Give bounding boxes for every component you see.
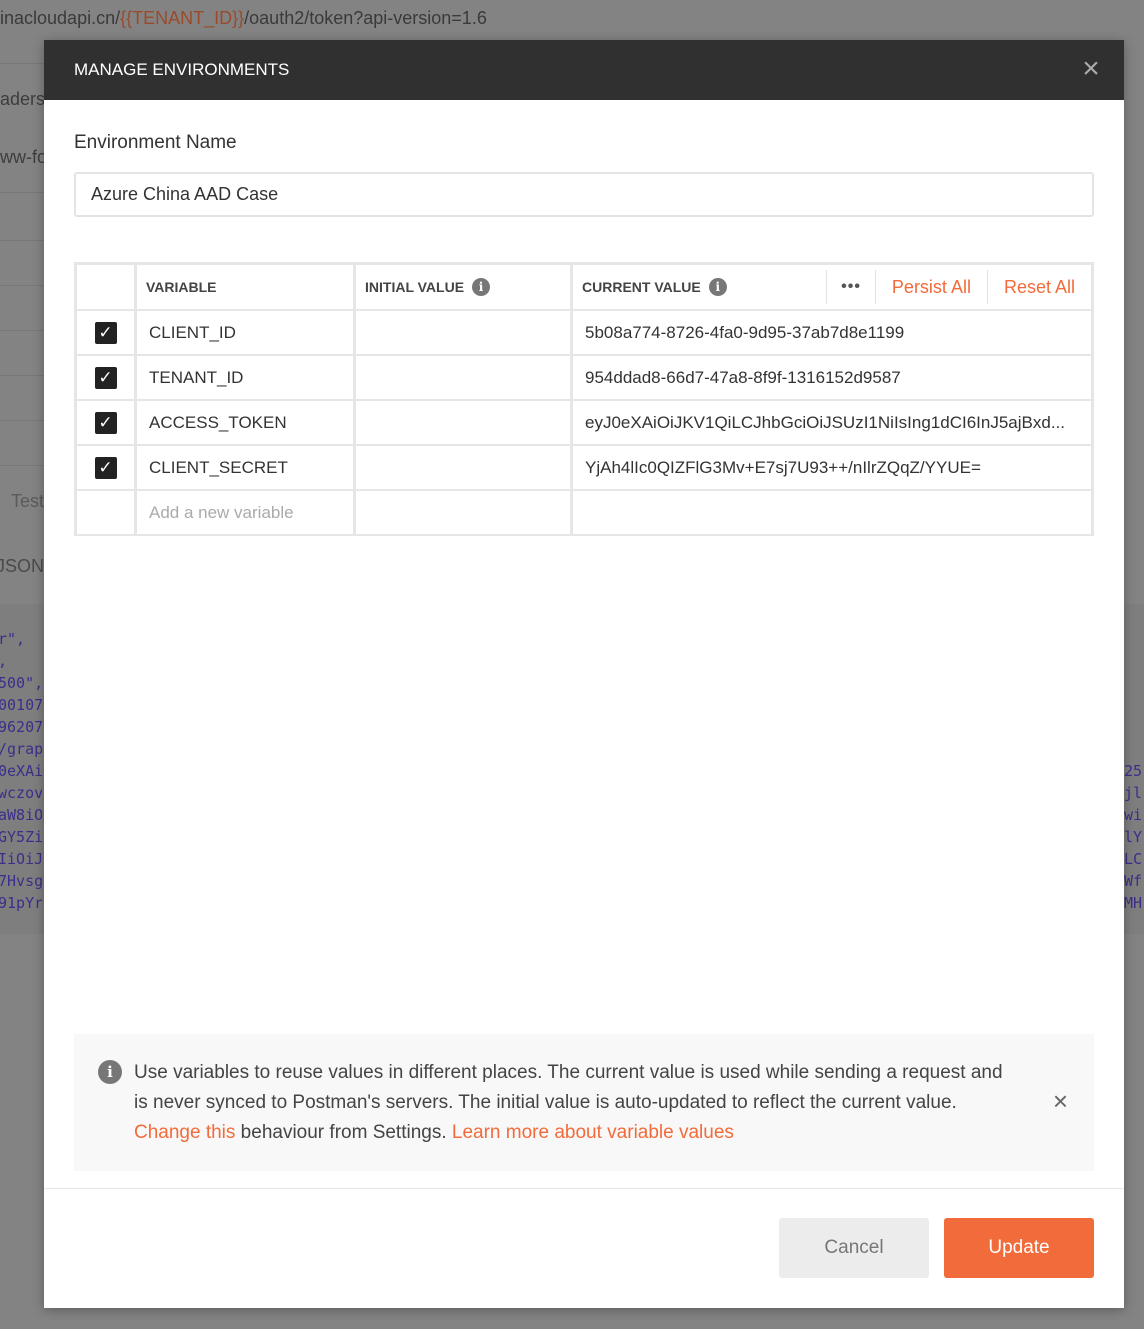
new-initial-input[interactable] xyxy=(356,491,570,534)
header-actions: ••• Persist All Reset All xyxy=(826,265,1091,309)
bg-code-line: 00107 xyxy=(0,696,42,714)
manage-environments-modal: MANAGE ENVIRONMENTS × Environment Name V… xyxy=(44,40,1124,1308)
current-value[interactable]: YjAh4lIc0QIZFlG3Mv+E7sj7U93++/nIlrZQqZ/Y… xyxy=(573,446,1091,489)
checkbox-cell: ✓ xyxy=(77,311,134,354)
header-variable: VARIABLE xyxy=(137,265,353,309)
initial-value[interactable] xyxy=(356,311,570,354)
header-current-label: CURRENT VALUE xyxy=(582,279,701,295)
table-row: ✓ CLIENT_ID 5b08a774-8726-4fa0-9d95-37ab… xyxy=(77,311,1091,354)
empty-cell xyxy=(77,491,134,534)
bg-code-line: 7Hvsg xyxy=(0,872,42,890)
initial-value[interactable] xyxy=(356,356,570,399)
current-value[interactable]: eyJ0eXAiOiJKV1QiLCJhbGciOiJSUzI1NiIsIng1… xyxy=(573,401,1091,444)
checkbox-cell: ✓ xyxy=(77,446,134,489)
bg-code-line: , xyxy=(0,650,42,672)
notice-text: Use variables to reuse values in differe… xyxy=(134,1062,1003,1113)
url-variable: {{TENANT_ID}} xyxy=(120,8,245,28)
new-variable-row: Add a new variable xyxy=(77,491,1091,534)
request-url: inacloudapi.cn/{{TENANT_ID}}/oauth2/toke… xyxy=(0,8,487,29)
initial-value[interactable] xyxy=(356,401,570,444)
url-text: inacloudapi.cn/ xyxy=(0,8,121,28)
learn-more-link[interactable]: Learn more about variable values xyxy=(452,1122,734,1143)
row-checkbox[interactable]: ✓ xyxy=(94,411,117,434)
divider xyxy=(0,375,44,376)
bg-code-left: r",, 500", 00107 96207/grap 0eXAi wczov aW8iO G… xyxy=(0,628,42,914)
bg-code-line: 500", xyxy=(0,674,42,692)
header-current: CURRENT VALUE i ••• Persist All Reset All xyxy=(573,265,1091,309)
change-settings-link[interactable]: Change this xyxy=(134,1122,235,1143)
bg-code-line: MH xyxy=(1124,894,1143,912)
new-current-input[interactable] xyxy=(573,491,1091,534)
info-icon[interactable]: i xyxy=(472,278,491,296)
modal-title: MANAGE ENVIRONMENTS xyxy=(74,60,290,79)
modal-header: MANAGE ENVIRONMENTS × xyxy=(44,40,1124,100)
table-header: VARIABLE INITIAL VALUE i CURRENT VALUE i •… xyxy=(77,265,1091,309)
persist-all-button[interactable]: Persist All xyxy=(876,277,987,298)
info-icon[interactable]: i xyxy=(708,278,727,296)
bg-code-right: 25 jl wi lY LC Wf MH xyxy=(1124,760,1142,914)
update-button[interactable]: Update xyxy=(944,1218,1094,1278)
header-initial: INITIAL VALUE i xyxy=(356,265,570,309)
table-row: ✓ TENANT_ID 954ddad8-66d7-47a8-8f9f-1316… xyxy=(77,356,1091,399)
bg-json-label: JSON xyxy=(0,556,45,576)
bg-code-line: lY xyxy=(1124,828,1143,846)
bg-code-line: r", xyxy=(0,630,26,648)
table-row: ✓ CLIENT_SECRET YjAh4lIc0QIZFlG3Mv+E7sj7… xyxy=(77,446,1091,489)
bg-code-line: LC xyxy=(1124,850,1143,868)
bg-tab-headers: aders xyxy=(0,89,46,109)
variable-name[interactable]: CLIENT_SECRET xyxy=(137,446,353,489)
variables-table: VARIABLE INITIAL VALUE i CURRENT VALUE i •… xyxy=(74,262,1094,536)
header-checkbox-cell xyxy=(77,265,134,309)
bg-code-line: 0eXAi xyxy=(0,762,42,780)
divider xyxy=(0,285,44,286)
footer-divider xyxy=(44,1188,1124,1189)
checkbox-cell: ✓ xyxy=(77,356,134,399)
variable-name[interactable]: TENANT_ID xyxy=(137,356,353,399)
divider xyxy=(0,330,44,331)
info-icon: i xyxy=(98,1060,122,1084)
divider xyxy=(0,63,44,64)
table-row: ✓ ACCESS_TOKEN eyJ0eXAiOiJKV1QiLCJhbGciO… xyxy=(77,401,1091,444)
initial-value[interactable] xyxy=(356,446,570,489)
bg-code-line: 96207 xyxy=(0,718,42,736)
bg-code-line: IiOiJ xyxy=(0,850,42,868)
bg-code-line: jl xyxy=(1124,784,1143,802)
divider xyxy=(0,465,44,466)
variable-name[interactable]: CLIENT_ID xyxy=(137,311,353,354)
bg-code-line: /grap xyxy=(0,740,42,758)
divider xyxy=(0,240,44,241)
checkbox-cell: ✓ xyxy=(77,401,134,444)
header-initial-label: INITIAL VALUE xyxy=(365,279,465,295)
bg-code-line: GY5Zi xyxy=(0,828,42,846)
bg-code-line: 25 xyxy=(1124,762,1143,780)
row-checkbox[interactable]: ✓ xyxy=(94,456,117,479)
cancel-button[interactable]: Cancel xyxy=(779,1218,929,1278)
bg-code-line: wi xyxy=(1124,806,1143,824)
reset-all-button[interactable]: Reset All xyxy=(988,277,1091,298)
divider xyxy=(0,420,44,421)
bg-code-line: wczov xyxy=(0,784,42,802)
current-value[interactable]: 954ddad8-66d7-47a8-8f9f-1316152d9587 xyxy=(573,356,1091,399)
new-variable-input[interactable]: Add a new variable xyxy=(137,491,353,534)
bg-code-line: aW8iO xyxy=(0,806,42,824)
dismiss-notice-icon[interactable]: × xyxy=(1053,1086,1068,1116)
bg-tests-tab: Test xyxy=(11,491,45,511)
url-text: /oauth2/token?api-version=1.6 xyxy=(244,8,487,28)
close-icon[interactable]: × xyxy=(1076,54,1106,84)
env-name-label: Environment Name xyxy=(74,132,237,153)
bg-code-line: Wf xyxy=(1124,872,1143,890)
variables-notice: i Use variables to reuse values in diffe… xyxy=(74,1034,1094,1171)
variable-name[interactable]: ACCESS_TOKEN xyxy=(137,401,353,444)
more-options-icon[interactable]: ••• xyxy=(827,278,875,296)
bg-code-line: 91pYr xyxy=(0,894,42,912)
row-checkbox[interactable]: ✓ xyxy=(94,321,117,344)
bg-body-type: ww-fo xyxy=(0,147,48,167)
notice-text: behaviour from Settings. xyxy=(235,1122,452,1143)
divider xyxy=(0,192,44,193)
current-value[interactable]: 5b08a774-8726-4fa0-9d95-37ab7d8e1199 xyxy=(573,311,1091,354)
env-name-input[interactable] xyxy=(74,172,1094,217)
row-checkbox[interactable]: ✓ xyxy=(94,366,117,389)
